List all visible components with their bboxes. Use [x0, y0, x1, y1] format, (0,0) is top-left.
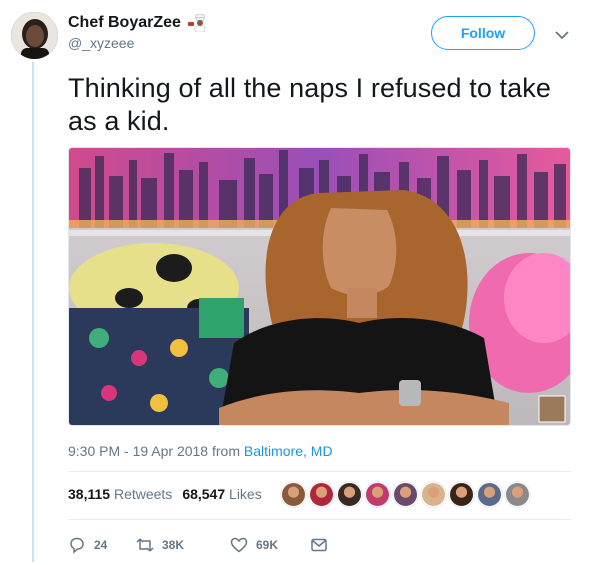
avatar[interactable]: [11, 12, 58, 59]
retweet-button[interactable]: 38K: [136, 536, 230, 554]
retweets-label: Retweets: [113, 486, 173, 502]
retweets-stat[interactable]: 38,115 Retweets: [68, 486, 172, 502]
like-count: 69K: [256, 538, 279, 552]
retweet-icon: [136, 538, 154, 552]
tweet-timestamp: 9:30 PM - 19 Apr 2018 from Baltimore, MD: [68, 443, 333, 459]
liker-avatar[interactable]: [365, 482, 390, 507]
liker-avatar[interactable]: [337, 482, 362, 507]
likes-label: Likes: [229, 486, 262, 502]
liker-avatar[interactable]: [505, 482, 530, 507]
message-button[interactable]: [310, 536, 328, 554]
heart-icon: [230, 537, 248, 553]
reply-button[interactable]: 24: [68, 536, 136, 554]
follow-button[interactable]: Follow: [431, 16, 535, 50]
tweet-actions: 24 38K 69K: [68, 536, 328, 554]
tweet-text: Thinking of all the naps I refused to ta…: [68, 73, 551, 136]
timestamp-text[interactable]: 9:30 PM - 19 Apr 2018: [68, 443, 208, 459]
thread-line: [32, 62, 34, 562]
retweets-count: 38,115: [68, 486, 111, 502]
likes-count: 68,547: [182, 486, 226, 502]
envelope-icon: [311, 538, 327, 552]
liker-avatar[interactable]: [477, 482, 502, 507]
retweet-count: 38K: [162, 538, 185, 552]
tweet-media-image[interactable]: [68, 147, 571, 426]
reply-count: 24: [94, 538, 108, 552]
liker-avatar[interactable]: [421, 482, 446, 507]
liker-avatar[interactable]: [281, 482, 306, 507]
like-button[interactable]: 69K: [230, 536, 310, 554]
liker-avatar[interactable]: [393, 482, 418, 507]
user-handle[interactable]: @_xyzeee: [68, 35, 207, 51]
location-link[interactable]: Baltimore, MD: [244, 443, 333, 459]
divider: [68, 519, 571, 520]
liker-avatars: [281, 482, 530, 507]
chef-emoji-icon: [187, 13, 207, 33]
chevron-down-icon[interactable]: [555, 27, 569, 40]
tweet-stats: 38,115 Retweets 68,547 Likes: [68, 486, 262, 502]
divider: [68, 471, 571, 472]
liker-avatar[interactable]: [449, 482, 474, 507]
display-name[interactable]: Chef BoyarZee: [68, 14, 181, 32]
author-block: Chef BoyarZee @_xyzeee: [68, 13, 207, 51]
liker-avatar[interactable]: [309, 482, 334, 507]
from-text: from: [211, 443, 240, 459]
reply-icon: [70, 537, 84, 554]
likes-stat[interactable]: 68,547 Likes: [182, 486, 261, 502]
